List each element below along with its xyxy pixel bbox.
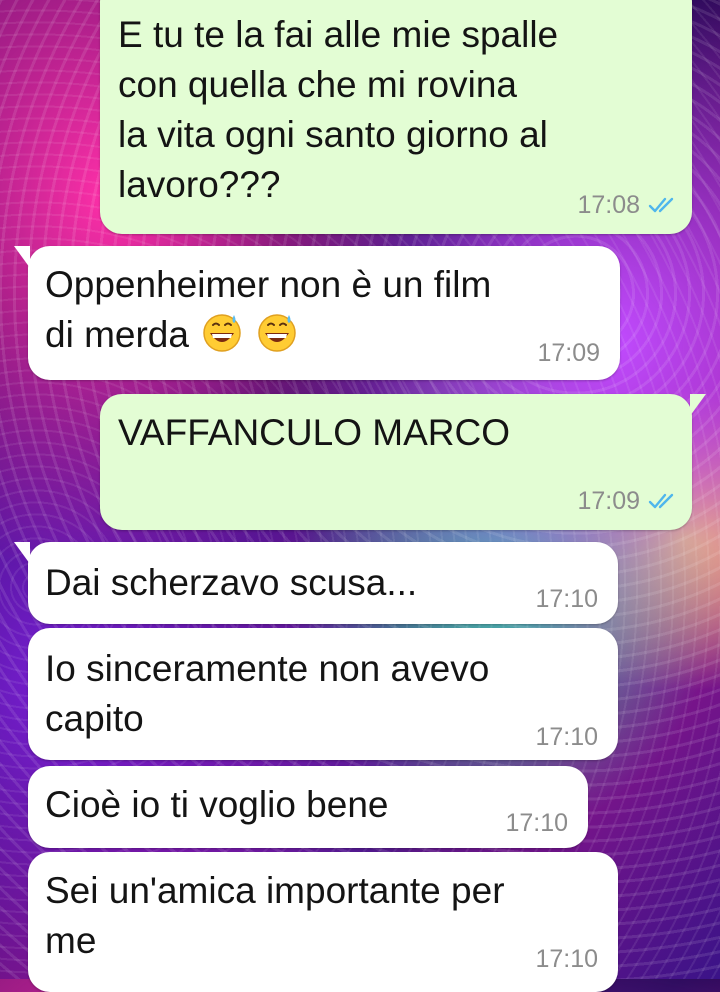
message-time: 17:08 <box>577 191 640 219</box>
grinning-sweat-emoji <box>203 314 241 352</box>
message-text-line: Sei un'amica importante per <box>45 870 505 911</box>
message-meta: 17:10 <box>505 808 568 838</box>
chat-conversation: E tu te la fai alle mie spalle con quell… <box>0 0 720 992</box>
message-time: 17:10 <box>535 585 598 613</box>
incoming-message[interactable]: Io sinceramente non avevo capito 17:10 <box>28 628 618 760</box>
message-meta: 17:09 <box>577 486 678 516</box>
incoming-message[interactable]: Cioè io ti voglio bene 17:10 <box>28 766 588 848</box>
message-text-line: capito <box>45 698 144 739</box>
read-double-check-icon <box>648 493 674 509</box>
outgoing-message[interactable]: VAFFANCULO MARCO 17:09 <box>100 394 706 530</box>
message-time: 17:10 <box>535 723 598 751</box>
message-text-line: Io sinceramente non avevo <box>45 648 490 689</box>
message-time: 17:10 <box>505 809 568 837</box>
incoming-message[interactable]: Oppenheimer non è un film di merda 17:09 <box>14 246 620 380</box>
message-text-line: Cioè io ti voglio bene <box>45 784 389 825</box>
message-meta: 17:10 <box>535 584 598 614</box>
outgoing-message[interactable]: E tu te la fai alle mie spalle con quell… <box>100 0 692 234</box>
message-time: 17:10 <box>535 945 598 973</box>
message-text-line: di merda <box>45 310 298 360</box>
message-text-line: con quella che mi rovina <box>118 64 517 105</box>
message-text-line: la vita ogni santo giorno al <box>118 114 548 155</box>
message-meta: 17:08 <box>577 190 678 220</box>
message-text-line: me <box>45 920 97 961</box>
message-text-line: Oppenheimer non è un film <box>45 264 492 305</box>
message-text: di merda <box>45 314 189 355</box>
message-meta: 17:10 <box>535 944 598 974</box>
message-time: 17:09 <box>577 487 640 515</box>
message-meta: 17:10 <box>535 722 598 752</box>
message-meta: 17:09 <box>537 338 600 368</box>
grinning-sweat-emoji <box>257 314 296 352</box>
message-time: 17:09 <box>537 339 600 367</box>
message-text-line: lavoro??? <box>118 164 281 205</box>
message-text-line: VAFFANCULO MARCO <box>118 412 510 453</box>
message-text-line: E tu te la fai alle mie spalle <box>118 14 559 55</box>
incoming-message[interactable]: Sei un'amica importante per me 17:10 <box>28 852 618 992</box>
read-double-check-icon <box>648 197 674 213</box>
message-text-line: Dai scherzavo scusa... <box>45 562 418 603</box>
incoming-message[interactable]: Dai scherzavo scusa... 17:10 <box>14 542 618 624</box>
